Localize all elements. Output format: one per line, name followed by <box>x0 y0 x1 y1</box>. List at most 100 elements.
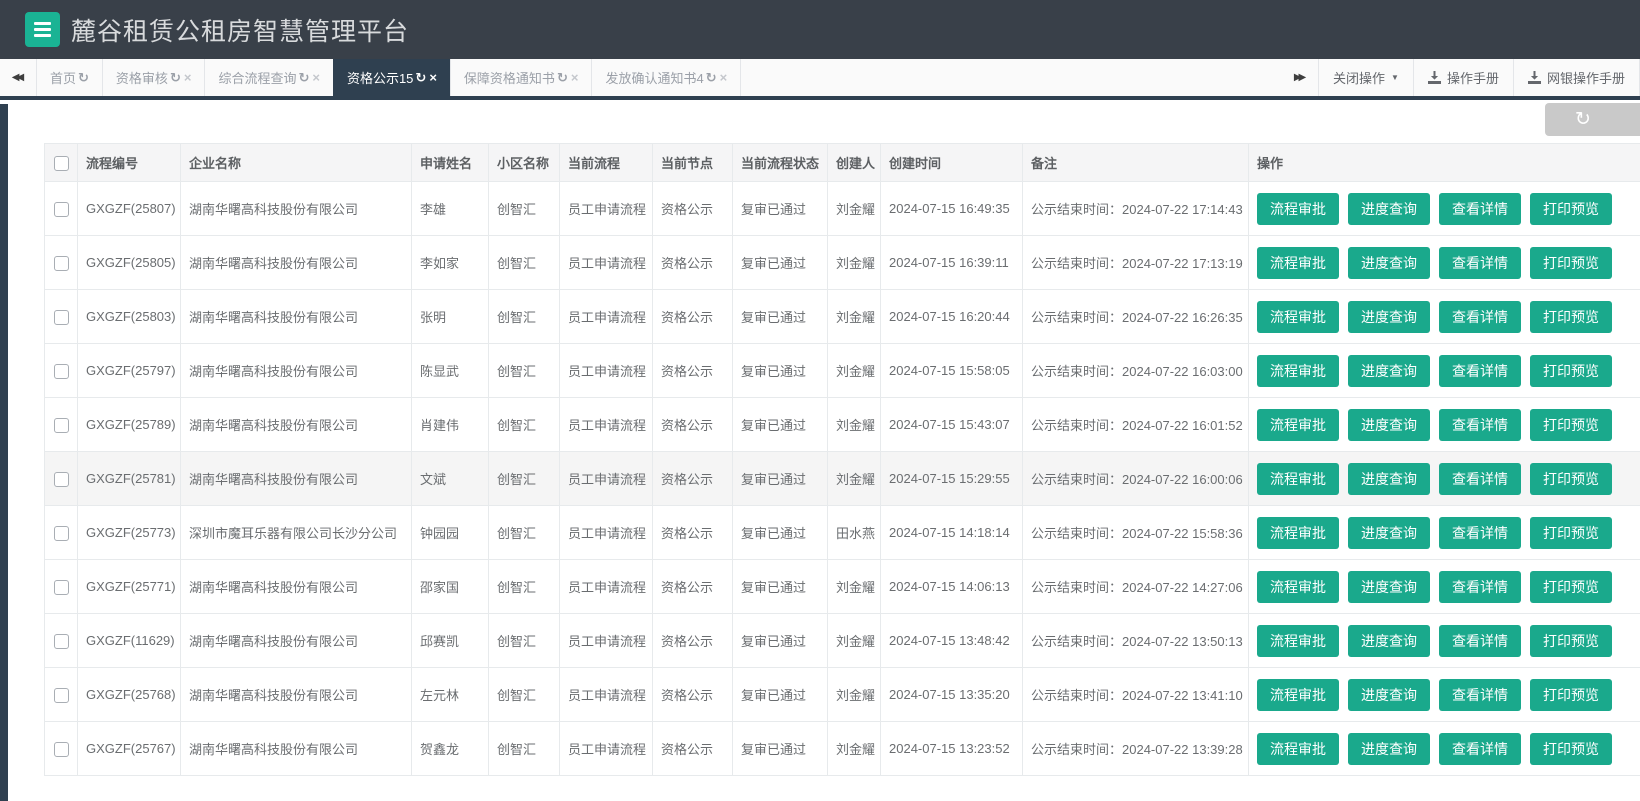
refresh-icon[interactable]: ↻ <box>78 70 89 86</box>
applicant-name-cell: 李如家 <box>411 235 489 290</box>
process-status-cell: 复审已通过 <box>732 451 828 506</box>
process-approval-button[interactable]: 流程审批 <box>1257 462 1339 495</box>
row-checkbox[interactable] <box>53 255 69 271</box>
close-icon[interactable]: × <box>312 70 320 85</box>
operation-manual-button[interactable]: 操作手册 <box>1412 59 1513 96</box>
process-approval-button[interactable]: 流程审批 <box>1257 678 1339 711</box>
row-checkbox[interactable] <box>53 741 69 757</box>
process-status-cell: 复审已通过 <box>732 235 828 290</box>
close-operations-dropdown[interactable]: 关闭操作 ▼ <box>1318 59 1413 96</box>
tab-scroll-left-icon[interactable]: ◀◀ <box>0 59 36 96</box>
process-approval-button[interactable]: 流程审批 <box>1257 624 1339 657</box>
progress-query-button[interactable]: 进度查询 <box>1348 732 1430 765</box>
row-select-cell <box>44 397 78 452</box>
refresh-icon[interactable]: ↻ <box>415 70 426 86</box>
progress-query-button[interactable]: 进度查询 <box>1348 570 1430 603</box>
hamburger-menu-icon[interactable] <box>25 12 60 47</box>
refresh-icon[interactable]: ↻ <box>557 70 568 86</box>
print-preview-button[interactable]: 打印预览 <box>1530 246 1612 279</box>
close-icon[interactable]: × <box>720 70 728 85</box>
process-approval-button[interactable]: 流程审批 <box>1257 192 1339 225</box>
process-approval-button[interactable]: 流程审批 <box>1257 408 1339 441</box>
print-preview-button[interactable]: 打印预览 <box>1530 516 1612 549</box>
print-preview-button[interactable]: 打印预览 <box>1530 408 1612 441</box>
bank-manual-button[interactable]: 网银操作手册 <box>1512 59 1640 96</box>
process-approval-button[interactable]: 流程审批 <box>1257 570 1339 603</box>
print-preview-button[interactable]: 打印预览 <box>1530 678 1612 711</box>
close-icon[interactable]: × <box>571 70 579 85</box>
refresh-icon[interactable]: ↻ <box>170 70 181 86</box>
remark-cell: 公示结束时间：2024-07-22 16:03:00 <box>1022 343 1249 398</box>
tab-5[interactable]: 保障资格通知书 ↻ × <box>449 59 592 96</box>
created-time-cell: 2024-07-15 15:29:55 <box>880 451 1023 506</box>
progress-query-button[interactable]: 进度查询 <box>1348 354 1430 387</box>
actions-cell: 流程审批 进度查询 查看详情 打印预览 <box>1248 181 1640 236</box>
row-checkbox[interactable] <box>53 525 69 541</box>
view-details-button[interactable]: 查看详情 <box>1439 246 1521 279</box>
progress-query-button[interactable]: 进度查询 <box>1348 624 1430 657</box>
view-details-button[interactable]: 查看详情 <box>1439 300 1521 333</box>
creator-cell: 刘金耀 <box>827 289 881 344</box>
current-process-cell: 员工申请流程 <box>559 343 653 398</box>
collapsed-sidebar-strip[interactable] <box>0 104 8 801</box>
app-title: 麓谷租赁公租房智慧管理平台 <box>71 17 410 46</box>
print-preview-button[interactable]: 打印预览 <box>1530 192 1612 225</box>
created-time-cell: 2024-07-15 16:20:44 <box>880 289 1023 344</box>
view-details-button[interactable]: 查看详情 <box>1439 570 1521 603</box>
tab-2[interactable]: 资格审核 ↻ × <box>101 59 205 96</box>
print-preview-button[interactable]: 打印预览 <box>1530 462 1612 495</box>
tab-1[interactable]: 首页 ↻ <box>36 59 102 96</box>
row-checkbox[interactable] <box>53 579 69 595</box>
print-preview-button[interactable]: 打印预览 <box>1530 624 1612 657</box>
creator-cell: 田水燕 <box>827 505 881 560</box>
progress-query-button[interactable]: 进度查询 <box>1348 516 1430 549</box>
progress-query-button[interactable]: 进度查询 <box>1348 462 1430 495</box>
process-status-cell: 复审已通过 <box>732 505 828 560</box>
tab-3[interactable]: 综合流程查询 ↻ × <box>204 59 333 96</box>
close-icon[interactable]: × <box>184 70 192 85</box>
progress-query-button[interactable]: 进度查询 <box>1348 300 1430 333</box>
process-approval-button[interactable]: 流程审批 <box>1257 516 1339 549</box>
row-checkbox[interactable] <box>53 363 69 379</box>
view-details-button[interactable]: 查看详情 <box>1439 462 1521 495</box>
print-preview-button[interactable]: 打印预览 <box>1530 732 1612 765</box>
progress-query-button[interactable]: 进度查询 <box>1348 246 1430 279</box>
progress-query-button[interactable]: 进度查询 <box>1348 192 1430 225</box>
process-approval-button[interactable]: 流程审批 <box>1257 246 1339 279</box>
row-checkbox[interactable] <box>53 417 69 433</box>
select-all-checkbox[interactable] <box>53 155 69 171</box>
tab-4[interactable]: 资格公示15 ↻ × <box>332 59 450 96</box>
process-approval-button[interactable]: 流程审批 <box>1257 732 1339 765</box>
community-name-cell: 创智汇 <box>488 397 560 452</box>
view-details-button[interactable]: 查看详情 <box>1439 354 1521 387</box>
print-preview-button[interactable]: 打印预览 <box>1530 300 1612 333</box>
table-row: GXGZF(11629) 湖南华曙高科技股份有限公司 邱赛凯 创智汇 员工申请流程 资格公… <box>44 613 1640 668</box>
reload-panel-button[interactable]: ↻ <box>1545 103 1640 136</box>
refresh-icon[interactable]: ↻ <box>298 70 309 86</box>
progress-query-button[interactable]: 进度查询 <box>1348 678 1430 711</box>
process-id-cell: GXGZF(11629) <box>77 613 181 668</box>
row-checkbox[interactable] <box>53 687 69 703</box>
close-icon[interactable]: × <box>429 70 437 85</box>
process-approval-button[interactable]: 流程审批 <box>1257 300 1339 333</box>
tab-scroll-right-icon[interactable]: ▶▶ <box>1282 59 1318 96</box>
print-preview-button[interactable]: 打印预览 <box>1530 570 1612 603</box>
company-name-cell: 湖南华曙高科技股份有限公司 <box>180 181 412 236</box>
process-approval-button[interactable]: 流程审批 <box>1257 354 1339 387</box>
current-node-cell: 资格公示 <box>652 181 733 236</box>
print-preview-button[interactable]: 打印预览 <box>1530 354 1612 387</box>
progress-query-button[interactable]: 进度查询 <box>1348 408 1430 441</box>
view-details-button[interactable]: 查看详情 <box>1439 408 1521 441</box>
row-checkbox[interactable] <box>53 633 69 649</box>
view-details-button[interactable]: 查看详情 <box>1439 678 1521 711</box>
view-details-button[interactable]: 查看详情 <box>1439 516 1521 549</box>
process-id-cell: GXGZF(25807) <box>77 181 181 236</box>
view-details-button[interactable]: 查看详情 <box>1439 192 1521 225</box>
row-checkbox[interactable] <box>53 471 69 487</box>
refresh-icon[interactable]: ↻ <box>706 70 717 86</box>
view-details-button[interactable]: 查看详情 <box>1439 732 1521 765</box>
row-checkbox[interactable] <box>53 201 69 217</box>
view-details-button[interactable]: 查看详情 <box>1439 624 1521 657</box>
tab-6[interactable]: 发放确认通知书4 ↻ × <box>591 59 742 96</box>
row-checkbox[interactable] <box>53 309 69 325</box>
